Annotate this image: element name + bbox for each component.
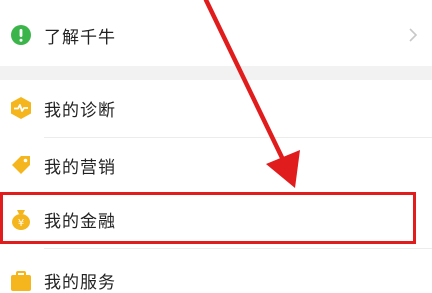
menu-item-label: 我的营销 [44, 157, 116, 178]
menu-item-my-marketing[interactable]: 我的营销 [0, 140, 432, 190]
svg-text:¥: ¥ [18, 218, 24, 229]
row-divider [44, 137, 432, 138]
money-bag-icon: ¥ [8, 206, 34, 232]
menu-item-label: 了解千牛 [44, 27, 116, 48]
menu-item-label: 我的金融 [44, 211, 116, 232]
diagnosis-hexagon-icon [8, 95, 34, 121]
menu-item-my-diagnosis[interactable]: 我的诊断 [0, 82, 432, 134]
row-divider [44, 248, 432, 249]
menu-item-label: 我的诊断 [44, 100, 116, 121]
chevron-right-icon [406, 26, 420, 44]
menu-item-my-finance[interactable]: ¥ 我的金融 [0, 194, 432, 244]
info-circle-icon [8, 22, 34, 48]
menu-item-about-qianniu[interactable]: 了解千牛 [0, 10, 432, 60]
section-separator [0, 66, 432, 80]
menu-item-label: 我的服务 [44, 273, 116, 293]
menu-item-my-services[interactable]: 我的服务 [0, 254, 432, 293]
menu-screen: 了解千牛 我的诊断 我的营销 ¥ 我的金融 我的服务 [0, 0, 432, 293]
tag-icon [8, 152, 34, 178]
briefcase-icon [8, 268, 34, 293]
